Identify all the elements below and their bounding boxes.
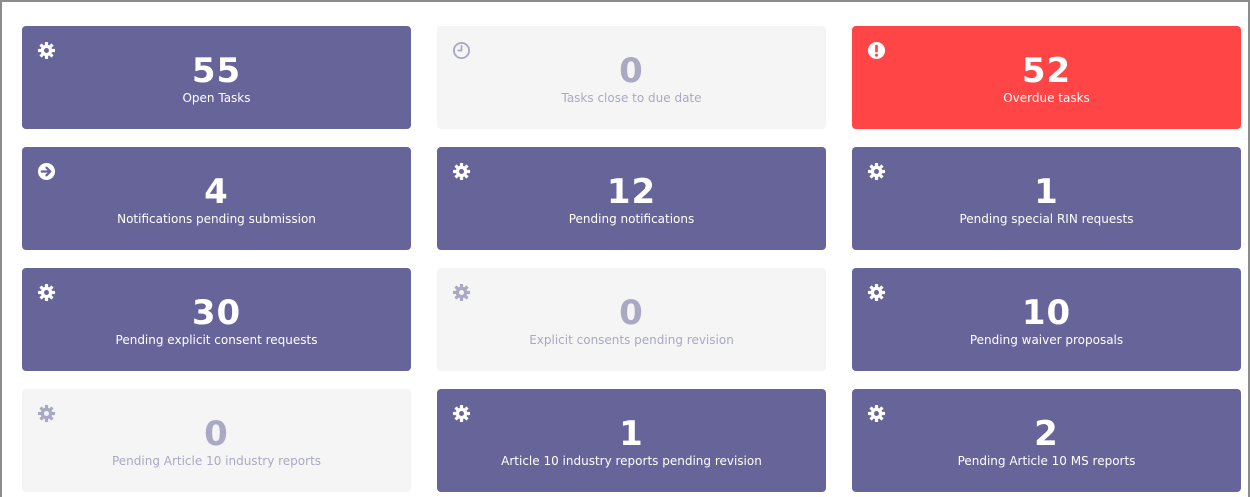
tile-count: 12 [606, 172, 657, 212]
tile-pending-waiver-proposals[interactable]: 10 Pending waiver proposals [852, 268, 1241, 371]
tile-tasks-close-to-due-date[interactable]: 0 Tasks close to due date [437, 26, 826, 129]
tile-count: 2 [1034, 414, 1059, 454]
tile-label: Pending explicit consent requests [115, 333, 318, 347]
tile-label: Pending Article 10 industry reports [111, 454, 322, 468]
task-tiles-grid: 55 Open Tasks 0 Tasks close to due date … [22, 26, 1242, 492]
tile-article-10-industry-reports-pending-revision[interactable]: 1 Article 10 industry reports pending re… [437, 389, 826, 492]
tile-count: 55 [191, 51, 242, 91]
tile-count: 0 [204, 414, 229, 454]
tile-label: Open Tasks [182, 91, 251, 105]
tile-pending-explicit-consent-requests[interactable]: 30 Pending explicit consent requests [22, 268, 411, 371]
tile-count: 10 [1021, 293, 1072, 333]
tile-pending-notifications[interactable]: 12 Pending notifications [437, 147, 826, 250]
tile-label: Notifications pending submission [117, 212, 316, 226]
tile-pending-special-rin-requests[interactable]: 1 Pending special RIN requests [852, 147, 1241, 250]
tile-label: Article 10 industry reports pending revi… [501, 454, 762, 468]
tile-notifications-pending-submission[interactable]: 4 Notifications pending submission [22, 147, 411, 250]
tile-open-tasks[interactable]: 55 Open Tasks [22, 26, 411, 129]
dashboard-frame: 55 Open Tasks 0 Tasks close to due date … [0, 0, 1250, 497]
tile-label: Pending special RIN requests [959, 212, 1134, 226]
tile-count: 4 [204, 172, 229, 212]
tile-label: Pending waiver proposals [969, 333, 1124, 347]
tile-label: Pending notifications [568, 212, 695, 226]
tile-pending-article-10-ms-reports[interactable]: 2 Pending Article 10 MS reports [852, 389, 1241, 492]
tile-label: Explicit consents pending revision [529, 333, 734, 347]
tile-count: 0 [619, 293, 644, 333]
tile-count: 1 [1034, 172, 1059, 212]
tile-overdue-tasks[interactable]: 52 Overdue tasks [852, 26, 1241, 129]
tile-count: 30 [191, 293, 242, 333]
tile-count: 52 [1021, 51, 1072, 91]
tile-count: 0 [619, 51, 644, 91]
tile-label: Pending Article 10 MS reports [957, 454, 1136, 468]
tile-count: 1 [619, 414, 644, 454]
tile-label: Tasks close to due date [561, 91, 702, 105]
tile-label: Overdue tasks [1003, 91, 1090, 105]
tile-explicit-consents-pending-revision[interactable]: 0 Explicit consents pending revision [437, 268, 826, 371]
tile-pending-article-10-industry-reports[interactable]: 0 Pending Article 10 industry reports [22, 389, 411, 492]
